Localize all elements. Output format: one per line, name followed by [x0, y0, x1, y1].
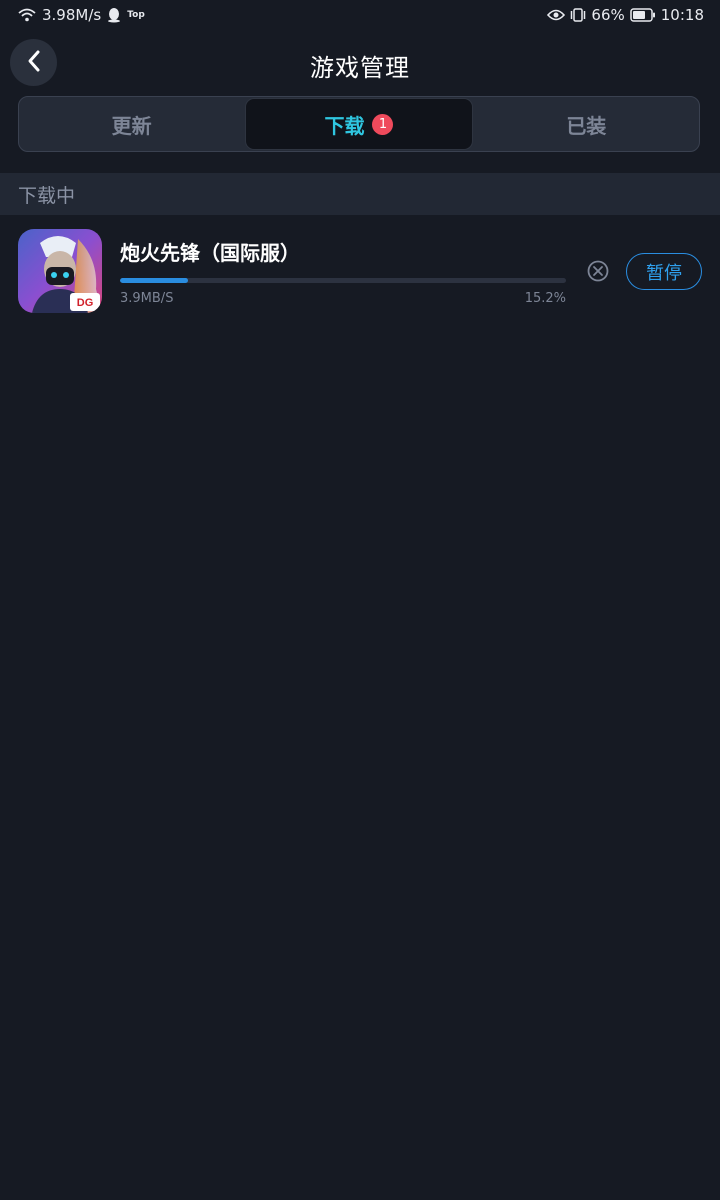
cancel-download-button[interactable]	[586, 259, 610, 283]
app-icon[interactable]: DG	[18, 229, 102, 313]
qq-icon	[107, 7, 121, 23]
battery-icon	[630, 8, 656, 22]
status-right: 66% 10:18	[547, 6, 704, 24]
tab-installed[interactable]: 已装	[474, 97, 699, 151]
vibrate-icon	[570, 8, 586, 22]
status-left: 3.98M/s Top	[18, 6, 145, 24]
progress-fill	[120, 278, 188, 283]
eye-icon	[547, 9, 566, 21]
download-speed: 3.9MB/S	[120, 291, 174, 306]
section-header-downloading: 下载中	[0, 173, 720, 215]
tab-label: 更新	[111, 113, 152, 138]
tab-label: 已装	[566, 113, 607, 138]
section-title: 下载中	[18, 184, 76, 207]
clock: 10:18	[660, 6, 704, 24]
tab-update[interactable]: 更新	[19, 97, 244, 151]
pause-button[interactable]: 暂停	[626, 253, 702, 290]
status-bar: 3.98M/s Top 66% 10:18	[0, 0, 720, 32]
app-name: 炮火先锋（国际服）	[120, 241, 300, 265]
tab-bar: 更新 下载 1 已装	[18, 96, 700, 152]
battery-percent: 66%	[591, 6, 625, 24]
tab-label: 下载	[324, 113, 365, 138]
svg-text:DG: DG	[77, 297, 94, 309]
net-speed: 3.98M/s	[42, 6, 102, 24]
tab-download[interactable]: 下载 1	[245, 98, 473, 150]
page-title: 游戏管理	[310, 54, 410, 82]
top-label: Top	[127, 10, 145, 20]
wifi-icon	[18, 8, 36, 22]
download-percent: 15.2%	[524, 291, 566, 306]
download-item[interactable]: DG 炮火先锋（国际服） 3.9MB/S 15.2% 暂停	[0, 215, 720, 325]
count-badge: 1	[372, 113, 394, 135]
download-progress-bar	[120, 278, 566, 283]
header: 游戏管理	[0, 36, 720, 92]
close-circle-icon	[586, 260, 610, 287]
